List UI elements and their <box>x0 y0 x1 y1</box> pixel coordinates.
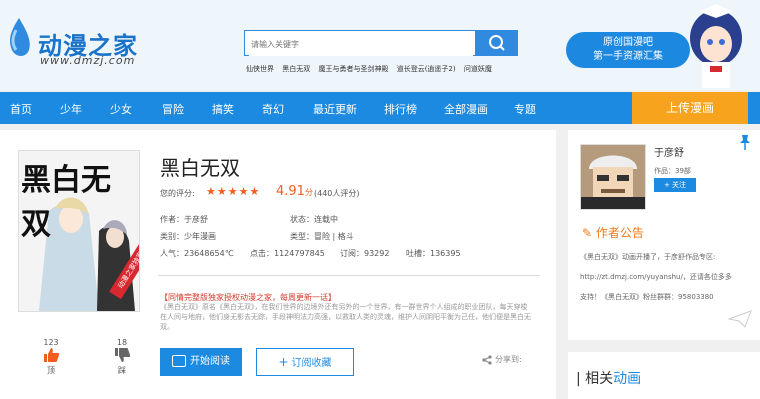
vote-down-count: 18 <box>116 338 128 347</box>
upload-button[interactable]: 上传漫画 <box>632 92 748 124</box>
rating-stars[interactable]: ★★★★★ <box>206 185 260 198</box>
author-sidebar: 于彦舒 作品：39部 + 关注 ✎ 作者公告 《黑白无双》动画开播了，于彦舒作品… <box>568 130 760 340</box>
genre-info[interactable]: 类型：冒险 | 格斗 <box>290 231 354 242</box>
popularity-info: 人气：23648654℃ <box>160 249 234 258</box>
search-icon <box>489 35 505 51</box>
clicks-info: 点击：1124797845 <box>250 249 325 258</box>
hot-search-link[interactable]: 仙侠世界 <box>246 65 274 73</box>
notice-line: 《黑白无双》动画开播了，于彦舒作品专区: <box>580 253 716 261</box>
notice-line: 支持！《黑白无双》粉丝群群：95803380 <box>580 293 714 301</box>
nav-item-shaonv[interactable]: 少女 <box>110 101 132 117</box>
nav-item-qihuan[interactable]: 奇幻 <box>262 101 284 117</box>
nav-item-topics[interactable]: 专题 <box>514 101 536 117</box>
sidebar-author-name[interactable]: 于彦舒 <box>654 144 684 159</box>
paper-plane-icon <box>728 310 752 328</box>
pen-icon: ✎ <box>582 226 596 240</box>
author-avatar[interactable] <box>580 144 646 210</box>
ad-line-2: 第一手资源汇集 <box>593 51 663 62</box>
related-title-2: 动画 <box>613 371 642 387</box>
start-reading-button[interactable]: 开始阅读 <box>160 348 242 376</box>
nav-item-latest[interactable]: 最近更新 <box>313 101 357 117</box>
rating-count: (440人评分) <box>314 189 360 198</box>
share-icon <box>482 354 492 365</box>
ad-banner[interactable]: 原创国漫吧 第一手资源汇集 <box>560 4 760 90</box>
avatar-image <box>581 145 645 209</box>
follow-button[interactable]: + 关注 <box>654 178 696 192</box>
ad-line-1: 原创国漫吧 <box>603 37 653 48</box>
nav-item-gaoxiao[interactable]: 搞笑 <box>212 101 234 117</box>
site-header: 动漫之家 www.dmzj.com 仙侠世界 黑白无双 魔王与勇者与圣剑神殿 道… <box>0 0 760 90</box>
pin-icon <box>740 135 750 150</box>
author-info[interactable]: 作者：于彦舒 <box>160 214 208 225</box>
vote-down-label: 踩 <box>118 366 126 375</box>
search-box <box>244 30 476 56</box>
notice-line[interactable]: http://zt.dmzj.com/yuyanshu/，还请各位多多 <box>580 272 760 282</box>
status-info: 状态：连载中 <box>290 215 338 224</box>
mascot-icon <box>690 4 742 88</box>
hot-search-link[interactable]: 魔王与勇者与圣剑神殿 <box>318 65 388 73</box>
logo-url: www.dmzj.com <box>40 54 136 67</box>
nav-item-ranking[interactable]: 排行榜 <box>384 101 417 117</box>
search-input[interactable] <box>249 32 473 56</box>
description-text: 《黑白无双》原名《黑白无双》，在我们世界的边境外还有另外的一个世界，有一群世界个… <box>160 303 531 331</box>
nav-item-shaonian[interactable]: 少年 <box>60 101 82 117</box>
vote-up-count: 123 <box>43 338 59 347</box>
hot-search-link[interactable]: 黑白无双 <box>282 65 310 73</box>
vote-up-label: 顶 <box>47 366 55 375</box>
category-info[interactable]: 类别：少年漫画 <box>160 231 216 242</box>
search-button[interactable] <box>476 30 518 56</box>
comic-cover[interactable]: 黑白无双 动漫之家独家 <box>18 150 140 312</box>
share-label: 分享到: <box>495 355 522 364</box>
hot-search-link[interactable]: 道长登云(逍遥子2) <box>397 65 456 73</box>
ad-bubble: 原创国漫吧 第一手资源汇集 <box>566 32 690 68</box>
cover-title: 黑白无双 <box>21 163 111 242</box>
subscribe-button[interactable]: + 订阅收藏 <box>256 348 354 376</box>
thumbs-down-icon <box>115 348 131 362</box>
subscribe-count-info: 订阅：93292 <box>340 249 390 258</box>
vote-down[interactable]: 18 踩 <box>107 338 137 376</box>
nav-item-all[interactable]: 全部漫画 <box>444 101 488 117</box>
nav-item-home[interactable]: 首页 <box>10 101 32 117</box>
score-unit: 分 <box>304 188 313 197</box>
book-icon <box>172 355 186 367</box>
author-works: 作品：39部 <box>654 167 691 175</box>
author-notice-title: ✎ 作者公告 <box>582 224 644 241</box>
start-reading-label: 开始阅读 <box>190 356 230 367</box>
vote-up[interactable]: 123 顶 <box>36 338 66 376</box>
notice-title-text: 作者公告 <box>595 226 644 240</box>
share-area[interactable]: 分享到: <box>482 354 522 365</box>
hot-search-link[interactable]: 问道妖魔 <box>464 65 492 73</box>
comic-detail-panel: 黑白无双 动漫之家独家 123 顶 18 踩 黑白无双 您的评分: ★★★★★ … <box>0 130 556 399</box>
comic-title: 黑白无双 <box>160 156 240 180</box>
rating-score: 4.91分 <box>276 184 313 199</box>
plus-icon: + <box>278 355 289 369</box>
rating-label: 您的评分: <box>160 189 195 198</box>
related-title-1: 相关 <box>585 371 614 387</box>
hot-searches: 仙侠世界 黑白无双 魔王与勇者与圣剑神殿 道长登云(逍遥子2) 问道妖魔 <box>246 64 498 74</box>
nav-item-maoxian[interactable]: 冒险 <box>162 101 184 117</box>
info-divider <box>158 275 540 276</box>
related-title: | 相关动画 <box>576 371 642 387</box>
logo-drop-icon <box>10 18 30 56</box>
score-value: 4.91 <box>276 184 305 199</box>
thumbs-up-icon <box>44 348 60 362</box>
subscribe-label: 订阅收藏 <box>291 358 332 369</box>
tucao-info: 吐槽：136395 <box>406 249 461 258</box>
site-logo[interactable]: 动漫之家 www.dmzj.com <box>0 12 150 72</box>
related-anime-panel: | 相关动画 <box>568 352 760 399</box>
